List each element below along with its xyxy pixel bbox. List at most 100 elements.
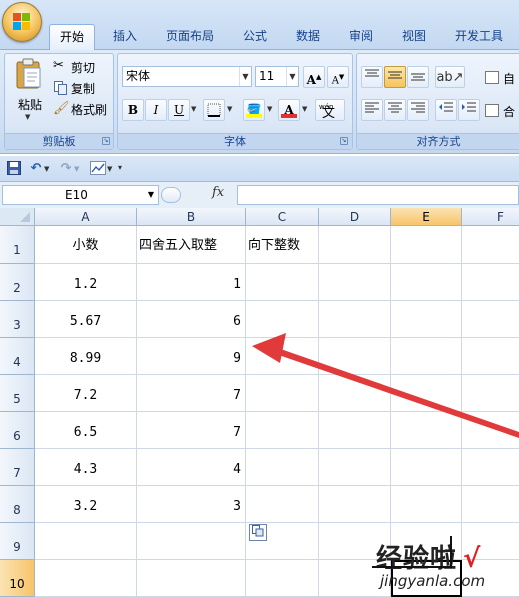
cell-d7[interactable] — [319, 449, 391, 486]
tab-view[interactable]: 视图 — [394, 24, 434, 48]
underline-dropdown-icon[interactable]: ▼ — [191, 105, 196, 113]
italic-button[interactable]: I — [145, 99, 167, 121]
cell-f7[interactable] — [462, 449, 519, 486]
cell-b1[interactable]: 四舍五入取整 — [137, 226, 246, 264]
align-right-button[interactable] — [407, 99, 429, 121]
chart-icon[interactable] — [90, 161, 106, 177]
column-header-a[interactable]: A — [35, 208, 137, 226]
underline-button[interactable]: U — [168, 99, 190, 121]
row-header-4[interactable]: 4 — [0, 338, 35, 375]
row-header-8[interactable]: 8 — [0, 486, 35, 523]
cell-c5[interactable] — [246, 375, 319, 412]
cell-a1[interactable]: 小数 — [35, 226, 137, 264]
column-header-b[interactable]: B — [137, 208, 246, 226]
font-size-dropdown-icon[interactable]: ▼ — [286, 67, 298, 86]
column-header-f[interactable]: F — [462, 208, 519, 226]
cell-d5[interactable] — [319, 375, 391, 412]
font-name-box[interactable]: 宋体 ▼ — [122, 66, 252, 87]
align-left-button[interactable] — [361, 99, 383, 121]
cell-f6[interactable] — [462, 412, 519, 449]
row-header-2[interactable]: 2 — [0, 264, 35, 301]
merge-center-button[interactable]: 合 — [485, 101, 519, 121]
formula-bar-splitter[interactable] — [161, 187, 181, 203]
cell-c4[interactable] — [246, 338, 319, 375]
font-color-dropdown-icon[interactable]: ▼ — [302, 105, 307, 113]
align-center-button[interactable] — [384, 99, 406, 121]
tab-data[interactable]: 数据 — [288, 24, 328, 48]
name-box-dropdown-icon[interactable]: ▼ — [148, 186, 154, 204]
undo-icon[interactable]: ↶ — [28, 161, 44, 177]
shrink-font-button[interactable]: A▼ — [327, 66, 349, 88]
chart-dropdown-icon[interactable]: ▼ — [107, 165, 112, 173]
tab-home[interactable]: 开始 — [49, 24, 95, 51]
paste-options-icon[interactable] — [249, 524, 267, 541]
cell-a6[interactable]: 6.5 — [35, 412, 137, 449]
select-all-button[interactable] — [0, 208, 35, 226]
font-color-button[interactable]: A — [278, 99, 300, 121]
cell-c2[interactable] — [246, 264, 319, 301]
cell-c7[interactable] — [246, 449, 319, 486]
cell-d8[interactable] — [319, 486, 391, 523]
paste-dropdown-icon[interactable]: ▼ — [25, 113, 30, 121]
format-painter-button[interactable]: 🖌 格式刷 — [53, 100, 113, 118]
fill-color-button[interactable]: 🪣 — [243, 99, 265, 121]
cell-a8[interactable]: 3.2 — [35, 486, 137, 523]
tab-insert[interactable]: 插入 — [104, 24, 146, 48]
cell-e6[interactable] — [391, 412, 462, 449]
increase-indent-button[interactable] — [458, 99, 480, 121]
cell-a4[interactable]: 8.99 — [35, 338, 137, 375]
decrease-indent-button[interactable] — [435, 99, 457, 121]
cell-b7[interactable]: 4 — [137, 449, 246, 486]
formula-input[interactable] — [237, 185, 519, 205]
paste-button[interactable]: 粘贴 ▼ — [11, 58, 47, 121]
clipboard-launcher-icon[interactable]: ↘ — [102, 137, 110, 145]
cell-b9[interactable] — [137, 523, 246, 560]
tab-formulas[interactable]: 公式 — [235, 24, 275, 48]
cell-f4[interactable] — [462, 338, 519, 375]
borders-button[interactable] — [203, 99, 225, 121]
column-header-c[interactable]: C — [246, 208, 319, 226]
cell-a10[interactable] — [35, 560, 137, 597]
cell-b6[interactable]: 7 — [137, 412, 246, 449]
cell-a9[interactable] — [35, 523, 137, 560]
cell-f3[interactable] — [462, 301, 519, 338]
redo-icon[interactable]: ↷ — [58, 161, 74, 177]
cell-c10[interactable] — [246, 560, 319, 597]
cell-e2[interactable] — [391, 264, 462, 301]
cell-a2[interactable]: 1.2 — [35, 264, 137, 301]
cell-c6[interactable] — [246, 412, 319, 449]
cell-b8[interactable]: 3 — [137, 486, 246, 523]
cell-c3[interactable] — [246, 301, 319, 338]
row-header-1[interactable]: 1 — [0, 226, 35, 264]
column-header-d[interactable]: D — [319, 208, 391, 226]
fill-color-dropdown-icon[interactable]: ▼ — [267, 105, 272, 113]
cell-e3[interactable] — [391, 301, 462, 338]
font-size-box[interactable]: 11 ▼ — [255, 66, 299, 87]
customize-qat-icon[interactable]: ▾ — [118, 163, 122, 172]
row-header-6[interactable]: 6 — [0, 412, 35, 449]
row-header-3[interactable]: 3 — [0, 301, 35, 338]
cell-a7[interactable]: 4.3 — [35, 449, 137, 486]
copy-button[interactable]: 复制 — [53, 79, 113, 97]
borders-dropdown-icon[interactable]: ▼ — [227, 105, 232, 113]
cut-button[interactable]: ✂ 剪切 — [53, 58, 113, 76]
align-middle-button[interactable] — [384, 66, 406, 88]
save-icon[interactable] — [6, 161, 22, 177]
row-header-9[interactable]: 9 — [0, 523, 35, 560]
cell-c8[interactable] — [246, 486, 319, 523]
tab-page-layout[interactable]: 页面布局 — [158, 24, 222, 48]
font-name-dropdown-icon[interactable]: ▼ — [239, 67, 251, 86]
cell-d1[interactable] — [319, 226, 391, 264]
align-top-button[interactable] — [361, 66, 383, 88]
bold-button[interactable]: B — [122, 99, 144, 121]
grow-font-button[interactable]: A▲ — [303, 66, 325, 88]
cell-a3[interactable]: 5.67 — [35, 301, 137, 338]
row-header-10[interactable]: 10 — [0, 560, 35, 597]
tab-developer[interactable]: 开发工具 — [447, 24, 511, 48]
insert-function-button[interactable]: fx — [212, 185, 224, 200]
name-box[interactable]: E10 ▼ — [2, 185, 159, 205]
tab-review[interactable]: 审阅 — [341, 24, 381, 48]
redo-dropdown-icon[interactable]: ▼ — [74, 165, 79, 173]
cell-f2[interactable] — [462, 264, 519, 301]
cell-c1[interactable]: 向下整数 — [246, 226, 319, 264]
